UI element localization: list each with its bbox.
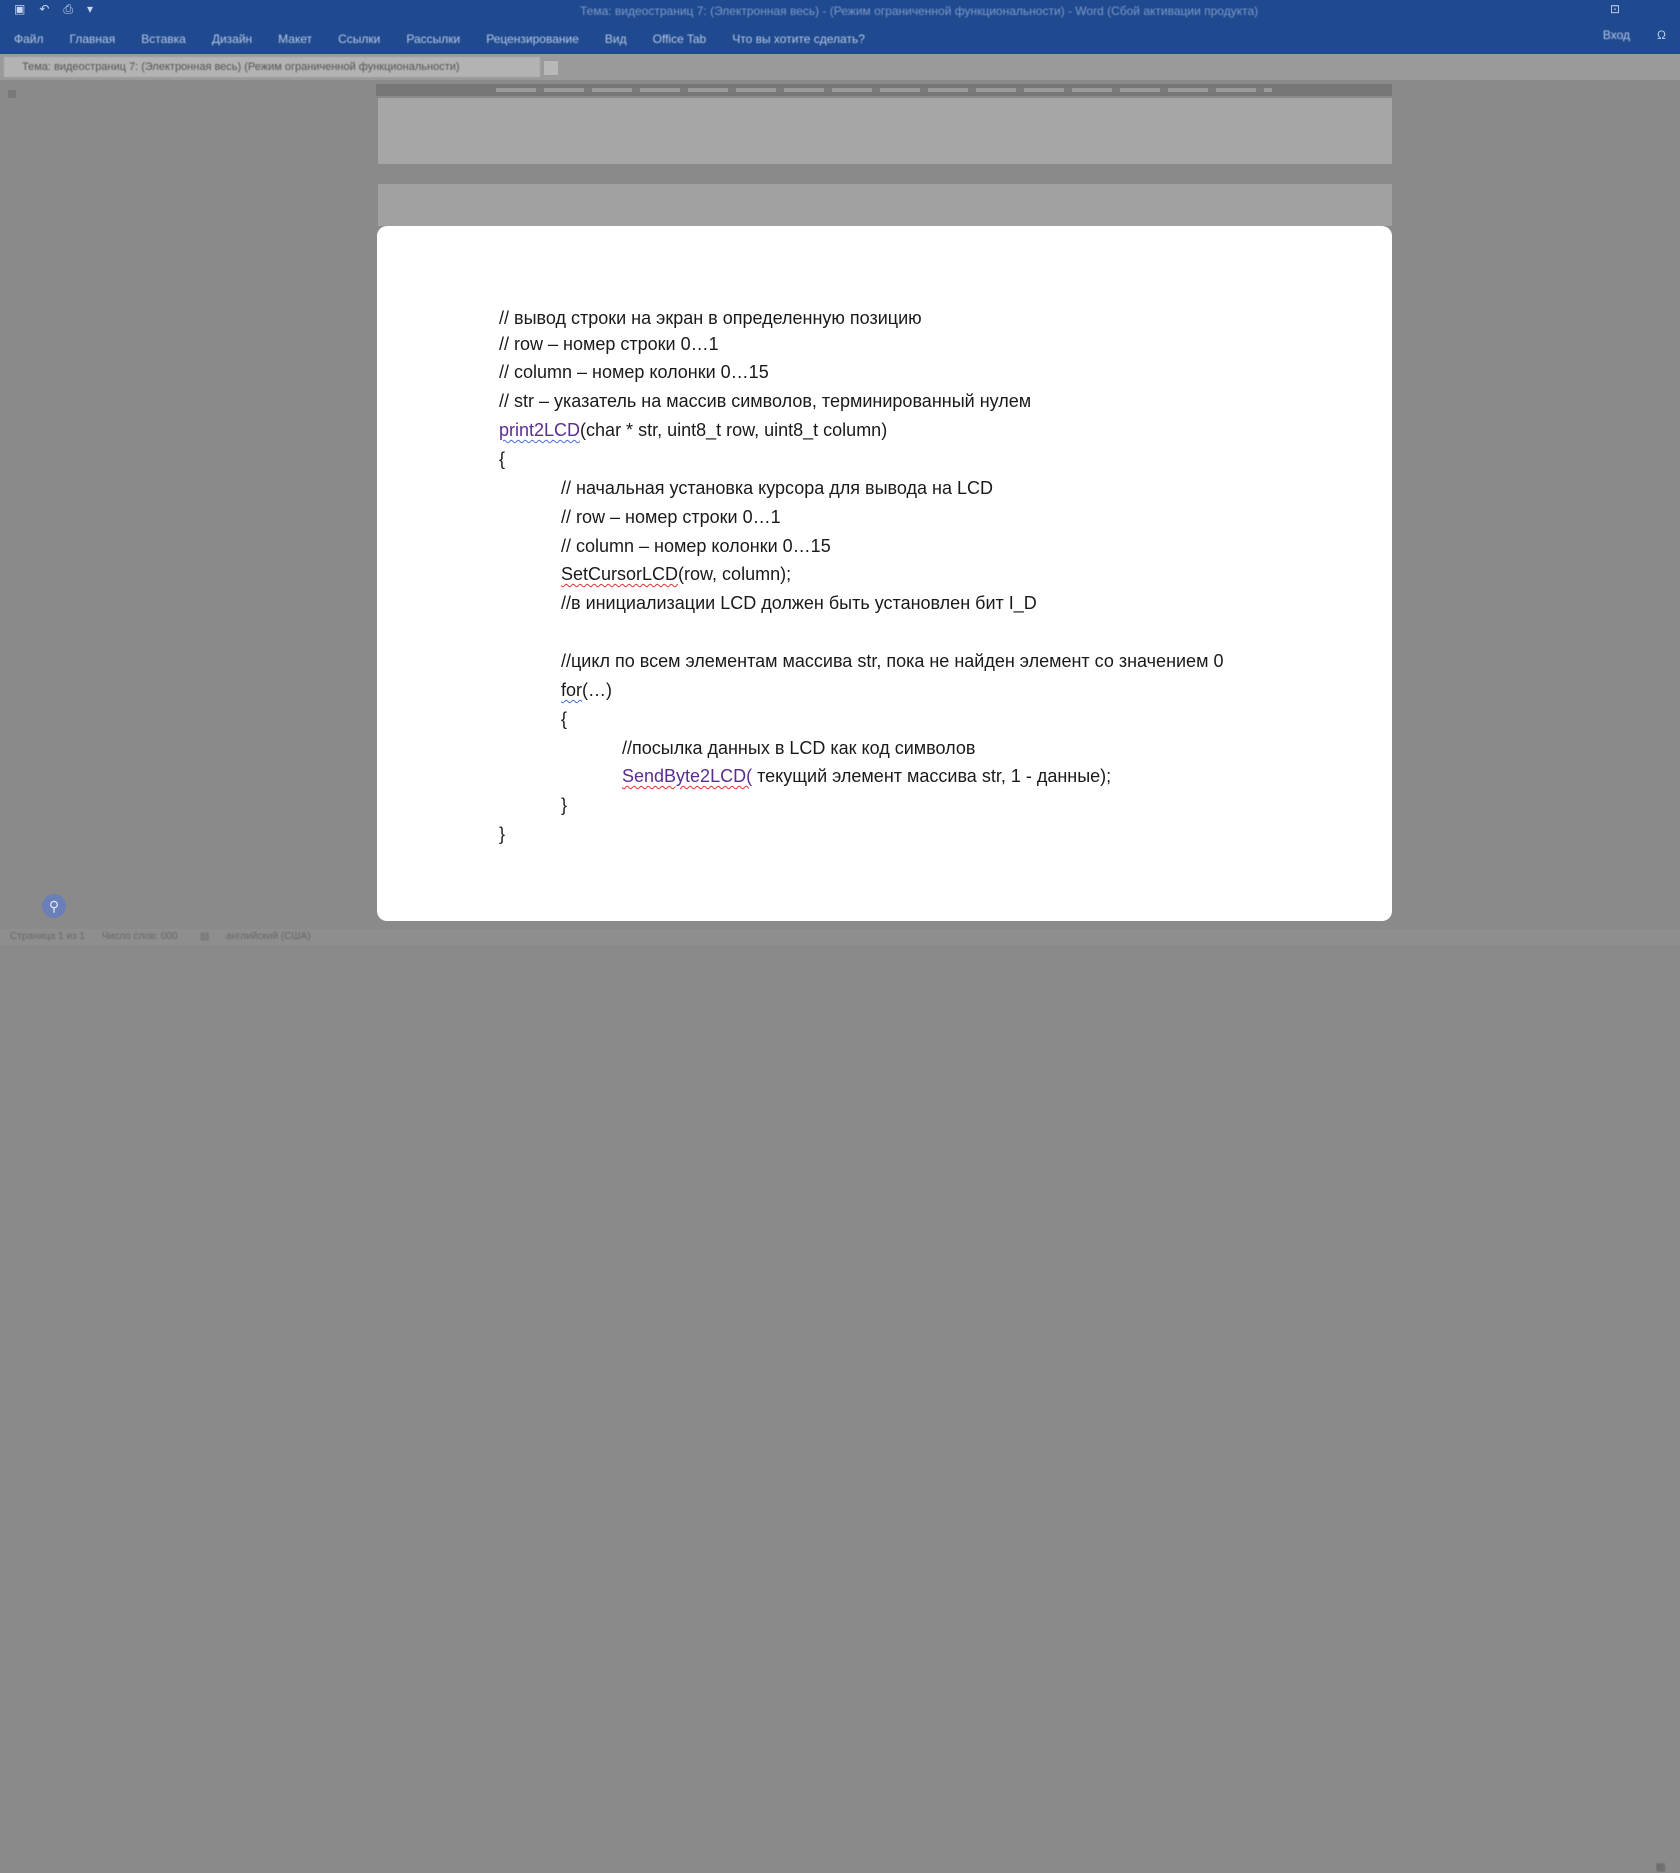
ribbon-display-icon[interactable]: ⊡ (1610, 2, 1620, 16)
code-line: // column – номер колонки 0…15 (499, 362, 769, 382)
new-tab-button[interactable] (544, 61, 558, 75)
function-name: print2LCD (499, 420, 581, 440)
code-line: { (499, 449, 506, 469)
code-line: } (561, 795, 568, 815)
function-name: SendByte2LCD( (622, 766, 753, 786)
print-icon[interactable]: ⎙ (63, 2, 73, 17)
previous-page (378, 98, 1392, 164)
code-line: SendByte2LCD( текущий элемент массива st… (622, 766, 1111, 787)
tab-design[interactable]: Дизайн (212, 32, 252, 46)
tab-office-tab[interactable]: Office Tab (653, 32, 707, 46)
code-line: for(…) (561, 680, 612, 701)
ruler-toggle-icon[interactable] (8, 90, 16, 98)
tab-insert[interactable]: Вставка (141, 32, 186, 46)
document-tab-bar: Тема: видеостраниц 7: (Электронная весь)… (0, 54, 1680, 80)
code-line: SetCursorLCD(row, column); (561, 564, 791, 585)
code-line: } (499, 824, 506, 844)
ribbon-tabs: Файл Главная Вставка Дизайн Макет Ссылки… (0, 28, 1680, 50)
undo-icon[interactable]: ↶ (39, 2, 49, 17)
code-line: // str – указатель на массив символов, т… (499, 391, 1032, 411)
status-bar: Страница 1 из 1 Число слов: 000 ▤ англий… (0, 929, 1680, 1873)
tab-file[interactable]: Файл (14, 32, 44, 46)
ruler-marks (496, 88, 1272, 92)
customize-icon[interactable]: ▾ (87, 2, 93, 17)
code-line: // column – номер колонки 0…15 (561, 536, 831, 556)
save-icon[interactable]: ▣ (14, 2, 25, 17)
language-indicator[interactable]: английский (США) (226, 931, 311, 942)
code-line: { (561, 709, 568, 729)
function-name: SetCursorLCD (561, 564, 679, 584)
proofing-icon[interactable]: ▤ (200, 931, 209, 942)
code-line: // начальная установка курсора для вывод… (561, 478, 993, 498)
page-count[interactable]: Страница 1 из 1 (10, 931, 85, 942)
zoom-in-icon[interactable]: + (1656, 1862, 1662, 1873)
tab-references[interactable]: Ссылки (338, 32, 380, 46)
tab-layout[interactable]: Макет (278, 32, 312, 46)
code-line: // row – номер строки 0…1 (499, 334, 719, 354)
window-title: Тема: видеостраниц 7: (Электронная весь)… (580, 4, 1259, 18)
code-line: print2LCD(char * str, uint8_t row, uint8… (499, 420, 887, 441)
document-page[interactable]: // вывод строки на экран в определенную … (377, 226, 1392, 921)
code-line: // вывод строки на экран в определенную … (499, 308, 922, 328)
code-line: //в инициализации LCD должен быть устано… (561, 593, 1037, 613)
share-icon[interactable]: Ω (1657, 28, 1666, 42)
tab-view[interactable]: Вид (605, 32, 627, 46)
keyword: for (561, 680, 583, 700)
tell-me-search[interactable]: Что вы хотите сделать? (732, 32, 865, 46)
tab-home[interactable]: Главная (70, 32, 116, 46)
title-bar: ▣ ↶ ⎙ ▾ Тема: видеостраниц 7: (Электронн… (0, 0, 1680, 54)
code-line: //цикл по всем элементам массива str, по… (561, 651, 1224, 671)
code-line: // row – номер строки 0…1 (561, 507, 781, 527)
word-count[interactable]: Число слов: 000 (102, 931, 178, 942)
function-signature: (char * str, uint8_t row, uint8_t column… (580, 420, 888, 440)
function-args: текущий элемент массива str, 1 - данные)… (752, 766, 1112, 786)
sign-in-link[interactable]: Вход (1603, 28, 1630, 42)
page-header-area (378, 184, 1392, 226)
loop-args: (…) (582, 680, 613, 700)
function-args: (row, column); (678, 564, 792, 584)
tab-mailings[interactable]: Рассылки (406, 32, 460, 46)
document-tab[interactable]: Тема: видеостраниц 7: (Электронная весь)… (4, 57, 540, 77)
horizontal-ruler[interactable] (376, 84, 1392, 96)
code-line: //посылка данных в LCD как код символов (622, 738, 976, 758)
quick-access-toolbar: ▣ ↶ ⎙ ▾ (14, 2, 93, 17)
tab-review[interactable]: Рецензирование (486, 32, 579, 46)
assistant-icon[interactable]: ⚲ (42, 894, 66, 918)
